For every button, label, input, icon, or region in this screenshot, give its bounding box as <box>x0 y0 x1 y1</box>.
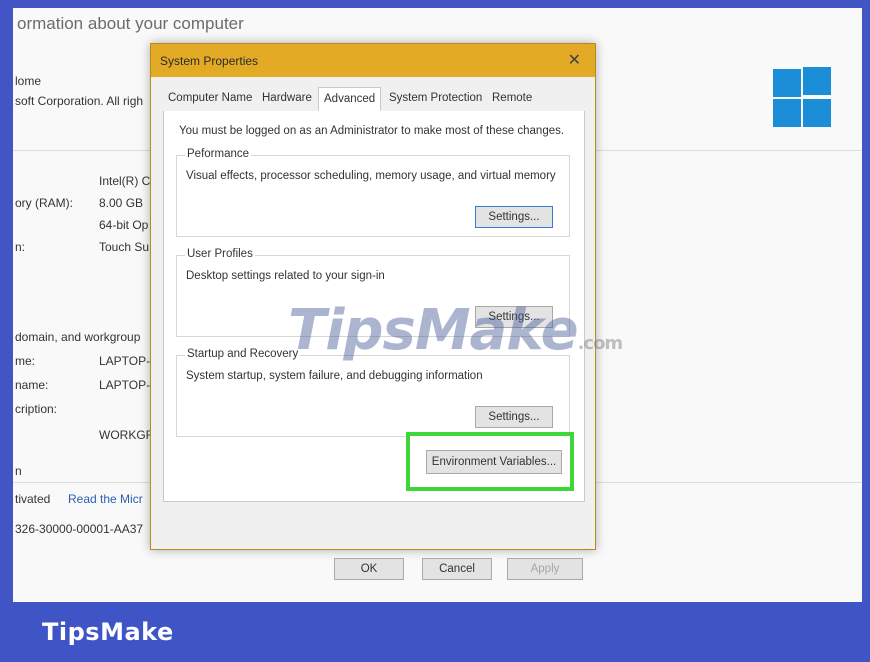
right-frame <box>862 0 870 662</box>
windows-logo-icon <box>773 67 833 127</box>
system-type-value: 64-bit Op <box>99 218 149 232</box>
top-frame <box>0 0 870 8</box>
activated-text: tivated <box>15 492 51 506</box>
cancel-button[interactable]: Cancel <box>422 558 492 580</box>
tab-system-protection[interactable]: System Protection <box>384 87 487 109</box>
user-profiles-description: Desktop settings related to your sign-in <box>186 270 385 282</box>
performance-label: Peformance <box>185 148 252 160</box>
dialog-titlebar[interactable]: System Properties ✕ <box>151 44 595 77</box>
tab-strip: Computer Name Hardware Advanced System P… <box>163 87 583 112</box>
close-icon[interactable]: ✕ <box>568 50 581 70</box>
performance-description: Visual effects, processor scheduling, me… <box>186 170 556 182</box>
environment-variables-button[interactable]: Environment Variables... <box>426 450 562 474</box>
activation-section-title: n <box>15 464 22 478</box>
startup-recovery-description: System startup, system failure, and debu… <box>186 370 483 382</box>
license-terms-link[interactable]: Read the Micr <box>68 492 143 506</box>
ram-label: ory (RAM): <box>15 196 73 210</box>
watermark-text: TipsMake <box>288 298 579 363</box>
processor-value: Intel(R) C <box>99 174 151 188</box>
performance-group: Peformance Visual effects, processor sch… <box>176 148 570 237</box>
admin-note: You must be logged on as an Administrato… <box>179 125 565 137</box>
startup-recovery-label: Startup and Recovery <box>185 348 301 360</box>
copyright-text: soft Corporation. All righ <box>15 94 144 108</box>
domain-section-title: domain, and workgroup <box>15 330 141 344</box>
full-name-label: name: <box>15 378 49 392</box>
pen-touch-label: n: <box>15 240 26 254</box>
tab-advanced[interactable]: Advanced <box>318 87 382 111</box>
performance-settings-button[interactable]: Settings... <box>475 206 553 228</box>
user-profiles-label: User Profiles <box>185 248 255 260</box>
ram-value: 8.00 GB <box>99 196 144 210</box>
tab-hardware[interactable]: Hardware <box>257 87 317 109</box>
startup-recovery-group: Startup and Recovery System startup, sys… <box>176 348 570 437</box>
brand-banner: TipsMake <box>0 602 870 662</box>
full-name-value: LAPTOP- <box>99 378 151 392</box>
startup-recovery-settings-button[interactable]: Settings... <box>475 406 553 428</box>
brand-text: TipsMake <box>42 618 174 646</box>
watermark-suffix: .com <box>577 333 624 354</box>
tab-remote[interactable]: Remote <box>487 87 537 109</box>
system-info-header: ormation about your computer <box>17 14 244 33</box>
dialog-title: System Properties <box>160 54 259 68</box>
left-frame <box>0 0 13 662</box>
pen-touch-value: Touch Su <box>99 240 150 254</box>
watermark: TipsMake.com <box>288 298 624 363</box>
tab-computer-name[interactable]: Computer Name <box>163 87 257 109</box>
product-id: 326-30000-00001-AA37 <box>15 522 144 536</box>
apply-button[interactable]: Apply <box>507 558 583 580</box>
computer-name-label: me: <box>15 354 36 368</box>
environment-variables-highlight: Environment Variables... <box>406 432 574 491</box>
workgroup-value: WORKGR <box>99 428 155 442</box>
edition-text: lome <box>15 74 42 88</box>
computer-name-value: LAPTOP- <box>99 354 151 368</box>
ok-button[interactable]: OK <box>334 558 404 580</box>
description-label: cription: <box>15 402 58 416</box>
